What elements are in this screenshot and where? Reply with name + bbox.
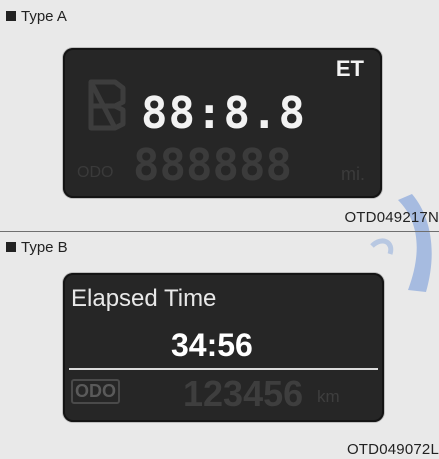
type-b-figure-code: OTD049072L	[346, 441, 439, 458]
bullet-square-icon	[6, 11, 16, 21]
type-a-figure-code: OTD049217N	[344, 209, 439, 226]
type-b-heading: Type B	[6, 239, 68, 256]
display-divider	[69, 368, 378, 370]
type-a-label: Type A	[21, 8, 67, 25]
bullet-square-icon	[6, 242, 16, 252]
ghost-segment-icon	[88, 79, 126, 131]
section-divider	[0, 231, 439, 232]
type-a-heading: Type A	[6, 8, 67, 25]
type-a-lcd-display: 88:8.8 ET ODO 888888 mi.	[63, 48, 382, 198]
type-b-display-title: Elapsed Time	[71, 285, 217, 312]
odometer-label: ODO	[77, 164, 114, 181]
type-a-section: Type A 88:8.8 ET ODO 888888 mi. OTD04921…	[0, 0, 439, 232]
elapsed-time-indicator: ET	[335, 56, 364, 81]
odometer-unit: mi.	[341, 164, 365, 184]
type-b-section: Type B Elapsed Time 34:56 ODO 123456 km …	[0, 233, 439, 459]
odometer-value: 123456	[183, 373, 304, 414]
odometer-label: ODO	[71, 379, 121, 404]
type-a-elapsed-time: 88:8.8	[141, 88, 306, 139]
type-b-elapsed-time: 34:56	[171, 327, 253, 363]
odometer-unit: km	[317, 387, 340, 406]
type-b-lcd-display: Elapsed Time 34:56 ODO 123456 km	[63, 273, 384, 422]
type-b-label: Type B	[21, 239, 68, 256]
odometer-digits: 888888	[133, 140, 292, 191]
